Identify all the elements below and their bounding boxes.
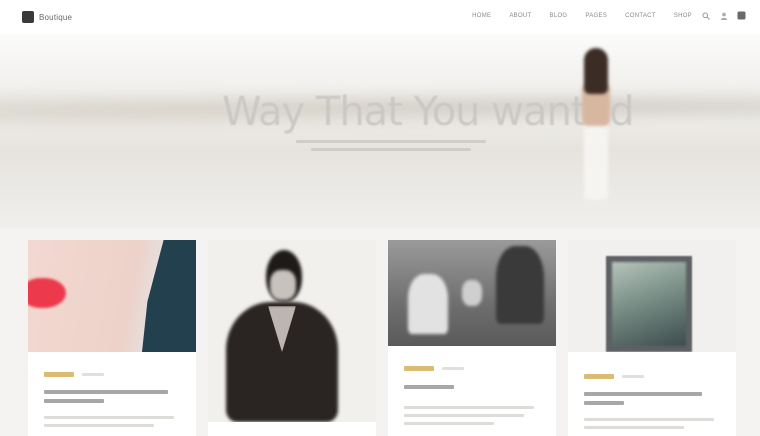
hero-banner: Way That You wanted bbox=[0, 34, 760, 228]
logo-text: Boutique bbox=[39, 12, 73, 22]
nav-item-about[interactable]: About bbox=[509, 13, 531, 19]
site-logo[interactable]: Boutique bbox=[22, 10, 72, 24]
post-excerpt-line bbox=[44, 416, 174, 419]
hero-model-figure bbox=[574, 48, 624, 208]
category-tag[interactable] bbox=[44, 372, 74, 377]
post-excerpt-line bbox=[44, 424, 154, 427]
user-icon[interactable] bbox=[719, 11, 728, 20]
post-excerpt-line bbox=[404, 422, 494, 425]
post-card[interactable] bbox=[208, 240, 376, 436]
nav-item-home[interactable]: Home bbox=[472, 13, 491, 19]
category-tag[interactable] bbox=[584, 374, 614, 379]
figure-hair bbox=[584, 48, 608, 94]
nav-item-blog[interactable]: Blog bbox=[550, 13, 568, 19]
post-title-line[interactable] bbox=[44, 399, 104, 403]
category-tag[interactable] bbox=[404, 366, 434, 371]
cart-icon[interactable] bbox=[737, 11, 746, 20]
figure-legs bbox=[584, 120, 608, 200]
hero-subtitle bbox=[296, 140, 486, 156]
post-card[interactable] bbox=[388, 240, 556, 436]
hero-subtitle-line bbox=[296, 140, 486, 143]
nav-item-shop[interactable]: Shop bbox=[674, 13, 692, 19]
main-nav: Home About Blog Pages Contact Shop bbox=[454, 11, 746, 20]
post-date bbox=[82, 373, 104, 376]
post-title-line[interactable] bbox=[584, 401, 624, 405]
nav-item-pages[interactable]: Pages bbox=[585, 13, 607, 19]
post-grid bbox=[28, 240, 736, 436]
post-image-couple[interactable] bbox=[388, 240, 556, 346]
post-excerpt-line bbox=[584, 418, 714, 421]
post-image-portrait[interactable] bbox=[208, 240, 376, 422]
post-card[interactable] bbox=[568, 240, 736, 436]
site-header: Boutique Home About Blog Pages Contact S… bbox=[0, 0, 760, 34]
post-image-lips[interactable] bbox=[28, 240, 196, 352]
logo-mark-icon bbox=[22, 11, 34, 23]
post-date bbox=[622, 375, 644, 378]
nav-item-contact[interactable]: Contact bbox=[625, 13, 656, 19]
post-excerpt-line bbox=[584, 426, 684, 429]
hero-title: Way That You wanted bbox=[222, 89, 635, 135]
post-title-line[interactable] bbox=[404, 385, 454, 389]
post-excerpt-line bbox=[404, 414, 524, 417]
hero-subtitle-line bbox=[311, 148, 471, 151]
post-excerpt-line bbox=[404, 406, 534, 409]
post-title-line[interactable] bbox=[584, 392, 702, 396]
search-icon[interactable] bbox=[701, 11, 710, 20]
post-date bbox=[442, 367, 464, 370]
post-image-frame[interactable] bbox=[568, 240, 736, 352]
post-title-line[interactable] bbox=[44, 390, 168, 394]
post-card[interactable] bbox=[28, 240, 196, 436]
